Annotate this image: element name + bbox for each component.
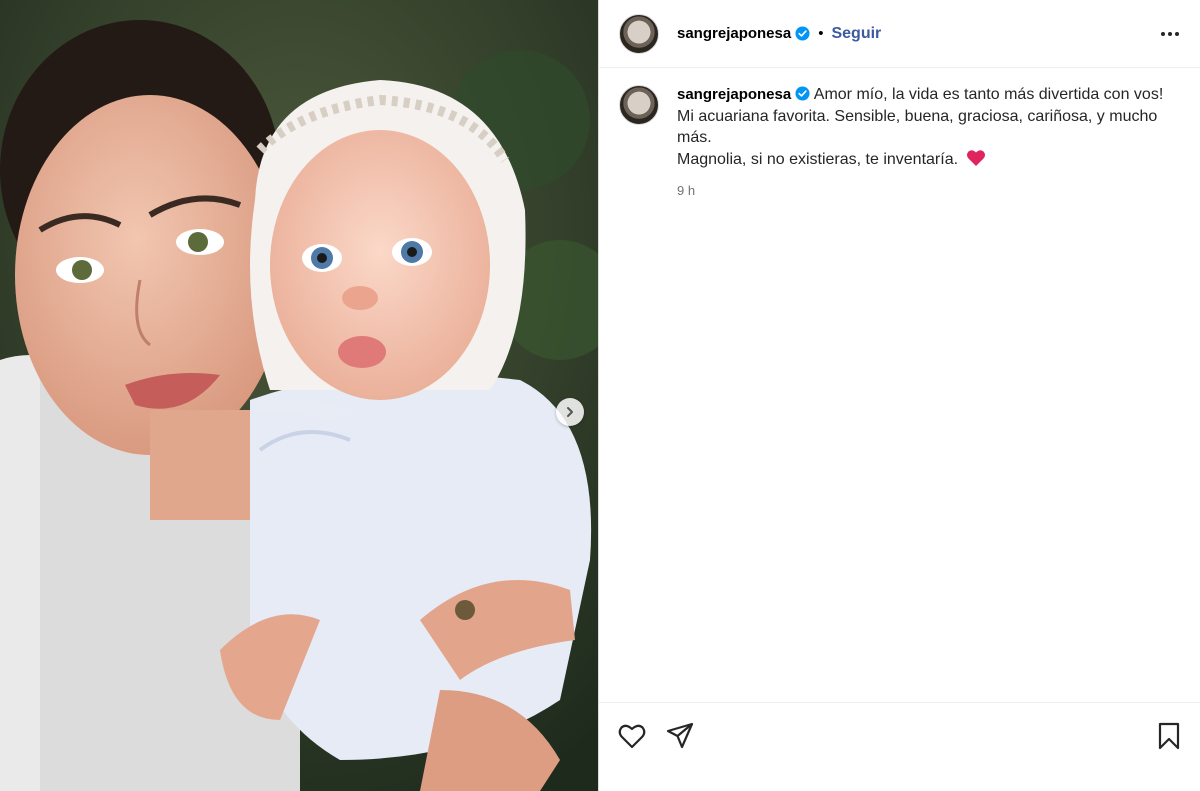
chevron-right-icon <box>567 407 573 417</box>
caption-text-3: Magnolia, si no existieras, te inventarí… <box>677 150 959 168</box>
verified-icon <box>795 26 810 41</box>
caption-line-3: Magnolia, si no existieras, te inventarí… <box>677 149 1177 171</box>
like-button[interactable] <box>617 721 647 751</box>
caption-text-2: Mi acuariana favorita. Sensible, buena, … <box>677 107 1158 147</box>
like-icon <box>618 724 646 749</box>
save-button[interactable] <box>1154 721 1184 751</box>
caption: sangrejaponesa Amor mío, la vida es tant… <box>599 68 1200 202</box>
more-options-icon <box>1161 31 1179 36</box>
action-bar <box>599 702 1200 791</box>
verified-icon <box>795 86 810 101</box>
next-photo-button[interactable] <box>556 398 584 426</box>
heart-emoji-icon <box>967 149 986 166</box>
post-sidebar: sangrejaponesa • Seguir sangrejaponesa A… <box>598 0 1200 791</box>
caption-body: sangrejaponesa Amor mío, la vida es tant… <box>677 84 1177 202</box>
caption-text-1: Amor mío, la vida es tanto más divertida… <box>813 86 1164 103</box>
caption-line-1: sangrejaponesa Amor mío, la vida es tant… <box>677 84 1177 106</box>
post-photo[interactable] <box>0 0 598 791</box>
header-username[interactable]: sangrejaponesa <box>677 25 791 42</box>
share-icon <box>666 722 694 749</box>
post-time[interactable]: 9 h <box>677 180 1177 202</box>
separator-dot: • <box>818 25 824 42</box>
caption-username[interactable]: sangrejaponesa <box>677 86 791 103</box>
more-options-button[interactable] <box>1156 20 1184 48</box>
instagram-post: sangrejaponesa • Seguir sangrejaponesa A… <box>0 0 1200 791</box>
share-button[interactable] <box>665 721 695 751</box>
photo-mother-and-baby <box>0 0 598 791</box>
caption-avatar[interactable] <box>619 85 659 125</box>
avatar[interactable] <box>619 13 659 54</box>
post-header: sangrejaponesa • Seguir <box>599 0 1200 68</box>
follow-button[interactable]: Seguir <box>831 25 881 43</box>
save-icon <box>1158 722 1180 750</box>
